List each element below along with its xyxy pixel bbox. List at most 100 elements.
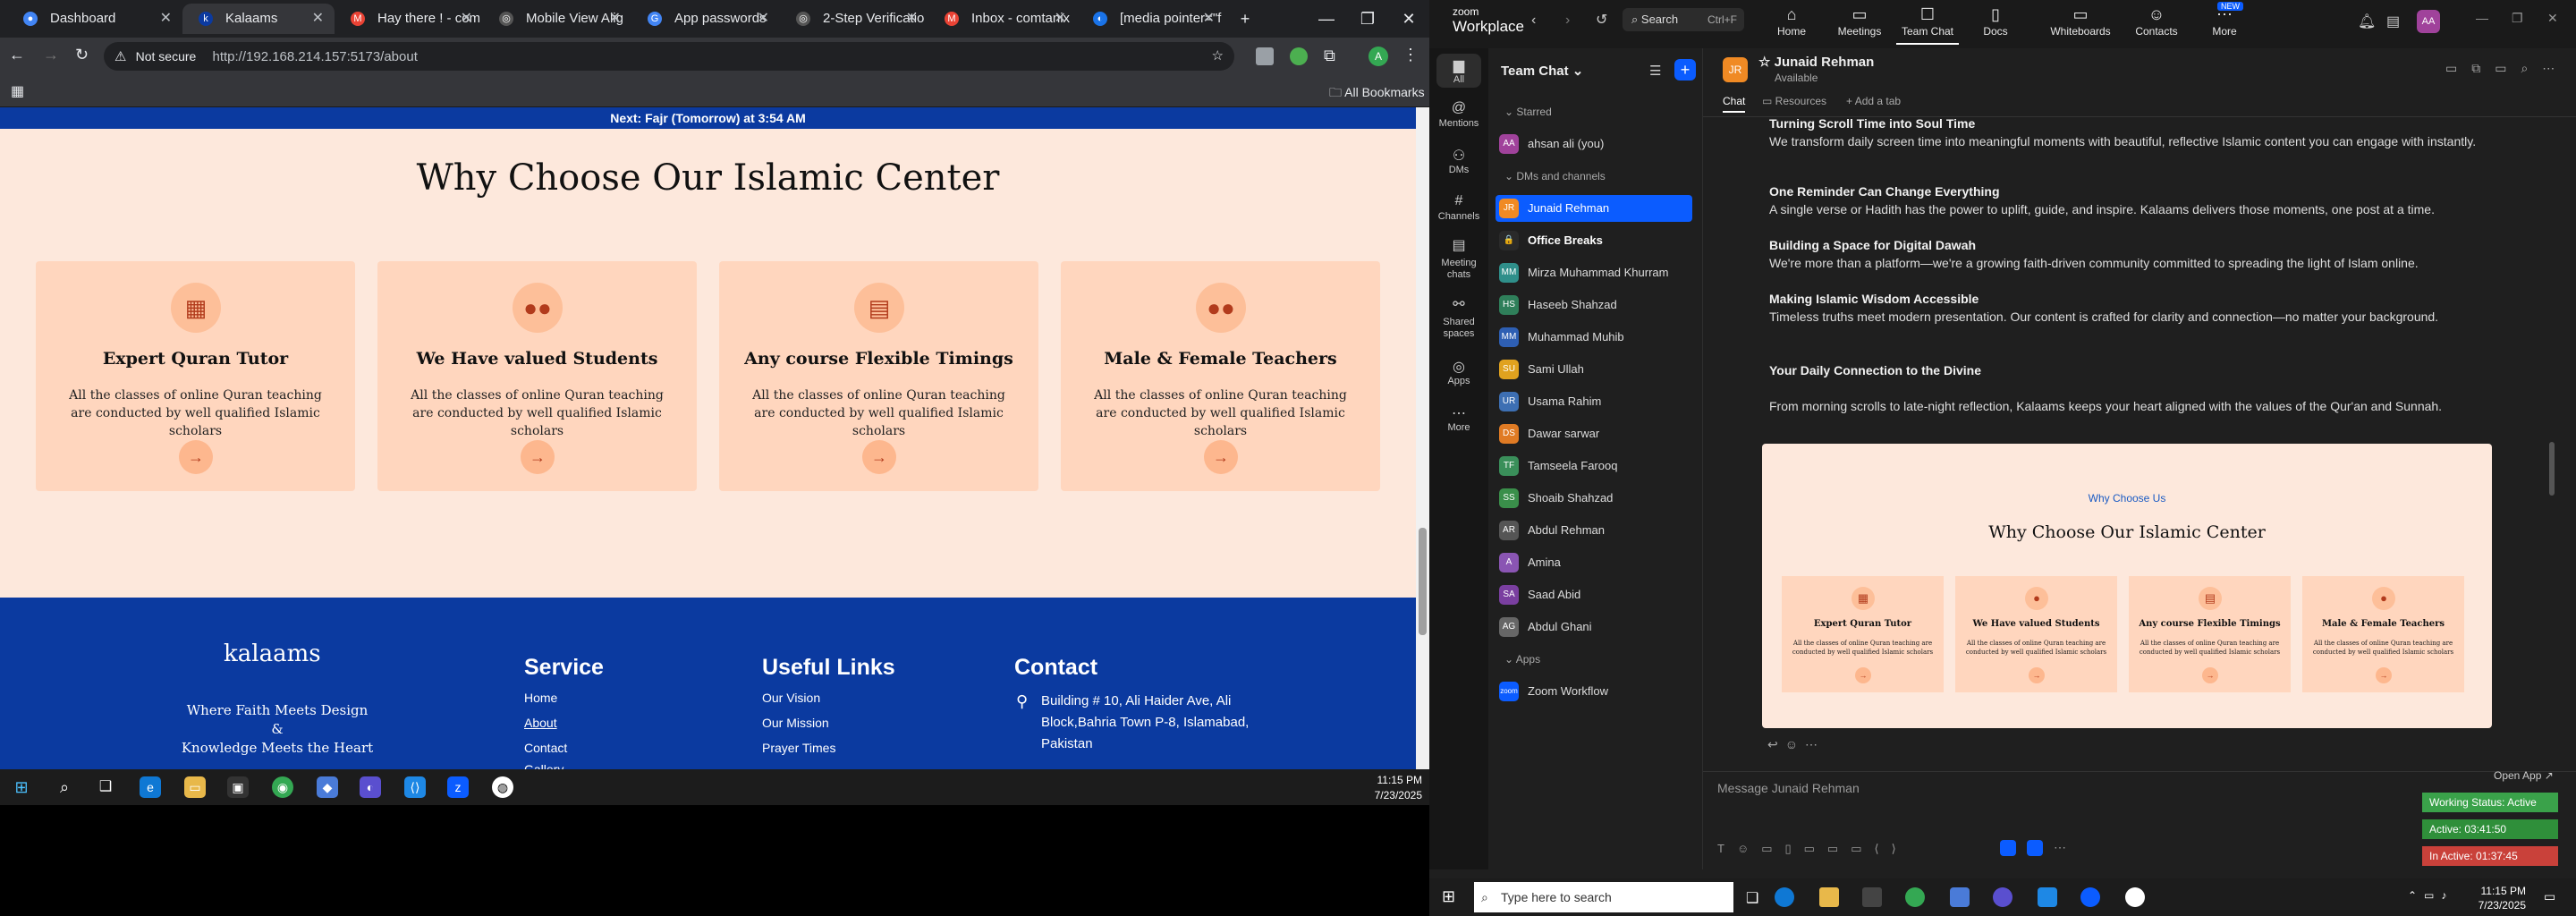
notification-icon[interactable]: ▭ — [2544, 889, 2555, 904]
arrow-button[interactable]: → — [1204, 440, 1238, 474]
file-explorer-icon[interactable] — [1819, 887, 1839, 907]
chrome-icon[interactable] — [1905, 887, 1925, 907]
extension-icon[interactable] — [1290, 47, 1308, 65]
zoom-icon[interactable]: z — [447, 776, 469, 798]
tab-inbox[interactable]: M Inbox - comtanix ✕ — [928, 4, 1077, 34]
tab-resources[interactable]: ▭ Resources — [1762, 95, 1826, 107]
task-view-icon[interactable]: ❑ — [1746, 889, 1758, 907]
footer-link-home[interactable]: Home — [524, 691, 557, 705]
nav-whiteboards[interactable]: ▭ Whiteboards — [2038, 5, 2123, 38]
section-apps[interactable]: ⌄ Apps — [1504, 653, 1540, 666]
maximize-button[interactable]: ❐ — [2512, 11, 2523, 26]
side-apps[interactable]: ◎ Apps — [1429, 358, 1488, 386]
chat-title[interactable]: ☆ Junaid Rehman — [1758, 54, 1874, 70]
close-icon[interactable]: ✕ — [160, 4, 172, 34]
vscode-icon[interactable]: ⟨⟩ — [404, 776, 426, 798]
tab-app-passwords[interactable]: G App passwords ✕ — [631, 4, 780, 34]
close-icon[interactable]: ✕ — [758, 4, 769, 34]
app-item[interactable]: zoom Zoom Workflow — [1496, 678, 1692, 705]
close-icon[interactable]: ✕ — [1203, 4, 1215, 34]
close-icon[interactable]: ✕ — [461, 4, 472, 34]
arrow-button[interactable]: → — [862, 440, 896, 474]
star-icon[interactable]: ☆ — [1212, 42, 1224, 71]
new-chat-button[interactable]: + — [1674, 59, 1696, 81]
close-window-button[interactable]: ✕ — [1388, 0, 1429, 38]
close-icon[interactable]: ✕ — [609, 4, 621, 34]
image-attachment[interactable]: Why Choose Us Why Choose Our Islamic Cen… — [1762, 444, 2492, 728]
nav-team-chat[interactable]: ☐ Team Chat — [1896, 5, 1959, 45]
clock[interactable]: 11:15 PM 7/23/2025 — [2463, 884, 2526, 912]
open-app-button[interactable]: Open App ↗ — [2494, 769, 2554, 782]
star-icon[interactable]: ☆ — [1758, 55, 1775, 70]
channel-item[interactable]: 🔒 Office Breaks — [1496, 227, 1692, 254]
contact-item[interactable]: SS Shoaib Shahzad — [1496, 485, 1692, 512]
contact-item[interactable]: MM Mirza Muhammad Khurram — [1496, 259, 1692, 286]
tab-gmail-1[interactable]: M Hay there ! - com ✕ — [335, 4, 483, 34]
app-shortcut-icon[interactable] — [2000, 840, 2016, 856]
side-channels[interactable]: # Channels — [1429, 193, 1488, 222]
github-desktop-icon[interactable] — [1993, 887, 2012, 907]
windows-start-icon[interactable]: ⊞ — [11, 776, 32, 798]
section-dms-channels[interactable]: ⌄ DMs and channels — [1504, 170, 1606, 182]
clock[interactable]: 11:15 PM 7/23/2025 — [1360, 773, 1422, 803]
tab-chat[interactable]: Chat — [1723, 95, 1746, 113]
contact-item-selected[interactable]: JR Junaid Rehman — [1496, 195, 1692, 222]
profile-avatar[interactable]: A — [1368, 47, 1388, 66]
nav-contacts[interactable]: ☺ Contacts — [2125, 5, 2188, 38]
minimize-button[interactable]: — — [1306, 0, 1347, 38]
zoom-icon[interactable] — [2080, 887, 2100, 907]
avatar[interactable]: AA — [2417, 10, 2440, 33]
minimize-button[interactable]: — — [2476, 11, 2488, 25]
address-bar[interactable]: ⚠ Not secure http://192.168.214.157:5173… — [104, 42, 1234, 71]
task-view-icon[interactable]: ❑ — [95, 776, 116, 798]
close-window-button[interactable]: ✕ — [2547, 11, 2558, 26]
footer-link-mission[interactable]: Our Mission — [762, 716, 829, 730]
extension-icon[interactable] — [1256, 47, 1274, 65]
system-tray[interactable]: ⌃▭♪ — [2408, 889, 2453, 902]
side-shared-spaces[interactable]: ⚯ Shared spaces — [1429, 298, 1488, 340]
forward-icon[interactable]: → — [43, 46, 59, 64]
forward-icon[interactable]: › — [1565, 13, 1570, 29]
tab-mobile[interactable]: ◎ Mobile View Alig ✕ — [483, 4, 631, 34]
side-dms[interactable]: ⚇ DMs — [1429, 147, 1488, 175]
edge-icon[interactable]: e — [140, 776, 161, 798]
tab-dashboard[interactable]: ● Dashboard ✕ — [7, 4, 182, 34]
side-meeting-chats[interactable]: ▤ Meeting chats — [1429, 239, 1488, 281]
team-chat-title[interactable]: Team Chat ⌄ — [1501, 63, 1583, 79]
page-scrollbar[interactable] — [1416, 107, 1429, 769]
new-tab-button[interactable]: + — [1227, 0, 1263, 38]
side-all[interactable]: ▆ All — [1436, 54, 1481, 88]
back-icon[interactable]: ‹ — [1531, 13, 1536, 29]
scrollbar-thumb[interactable] — [1419, 528, 1427, 635]
close-icon[interactable]: ✕ — [312, 4, 324, 34]
contact-item[interactable]: TF Tamseela Farooq — [1496, 453, 1692, 479]
contact-item[interactable]: A Amina — [1496, 549, 1692, 576]
footer-link-prayer[interactable]: Prayer Times — [762, 741, 835, 755]
app-icon[interactable]: ◍ — [492, 776, 513, 798]
message-actions[interactable]: ↩☺⋯ — [1767, 737, 1825, 752]
back-icon[interactable]: ← — [9, 46, 25, 64]
tab-media[interactable]: ◐ [media pointer="f ✕ — [1077, 4, 1225, 34]
chrome-icon[interactable]: ◉ — [272, 776, 293, 798]
nav-docs[interactable]: ▯ Docs — [1964, 5, 2027, 38]
history-icon[interactable]: ↺ — [1596, 11, 1607, 29]
app-icon[interactable]: ◆ — [317, 776, 338, 798]
store-icon[interactable] — [1862, 887, 1882, 907]
app-icon[interactable] — [1950, 887, 1970, 907]
calendar-icon[interactable]: ▤ — [2386, 13, 2400, 30]
windows-search-box[interactable]: ⌕ Type here to search — [1474, 882, 1733, 912]
tab-2step[interactable]: ◎ 2-Step Verificatio ✕ — [780, 4, 928, 34]
contact-item[interactable]: AR Abdul Rehman — [1496, 517, 1692, 544]
windows-start-icon[interactable]: ⊞ — [1442, 887, 1455, 906]
close-icon[interactable]: ✕ — [1055, 4, 1066, 34]
arrow-button[interactable]: → — [179, 440, 213, 474]
bell-icon[interactable]: 🔔︎ — [2358, 13, 2376, 30]
chat-scrollbar[interactable] — [2549, 442, 2555, 496]
search-input[interactable]: ⌕ Search Ctrl+F — [1623, 8, 1744, 31]
footer-link-vision[interactable]: Our Vision — [762, 691, 820, 705]
side-mentions[interactable]: @ Mentions — [1429, 100, 1488, 129]
contact-item[interactable]: SA Saad Abid — [1496, 581, 1692, 608]
nav-more[interactable]: ⋯ More — [2193, 5, 2256, 38]
contact-item[interactable]: DS Dawar sarwar — [1496, 420, 1692, 447]
tab-kalaams[interactable]: k Kalaams ✕ — [182, 4, 335, 34]
